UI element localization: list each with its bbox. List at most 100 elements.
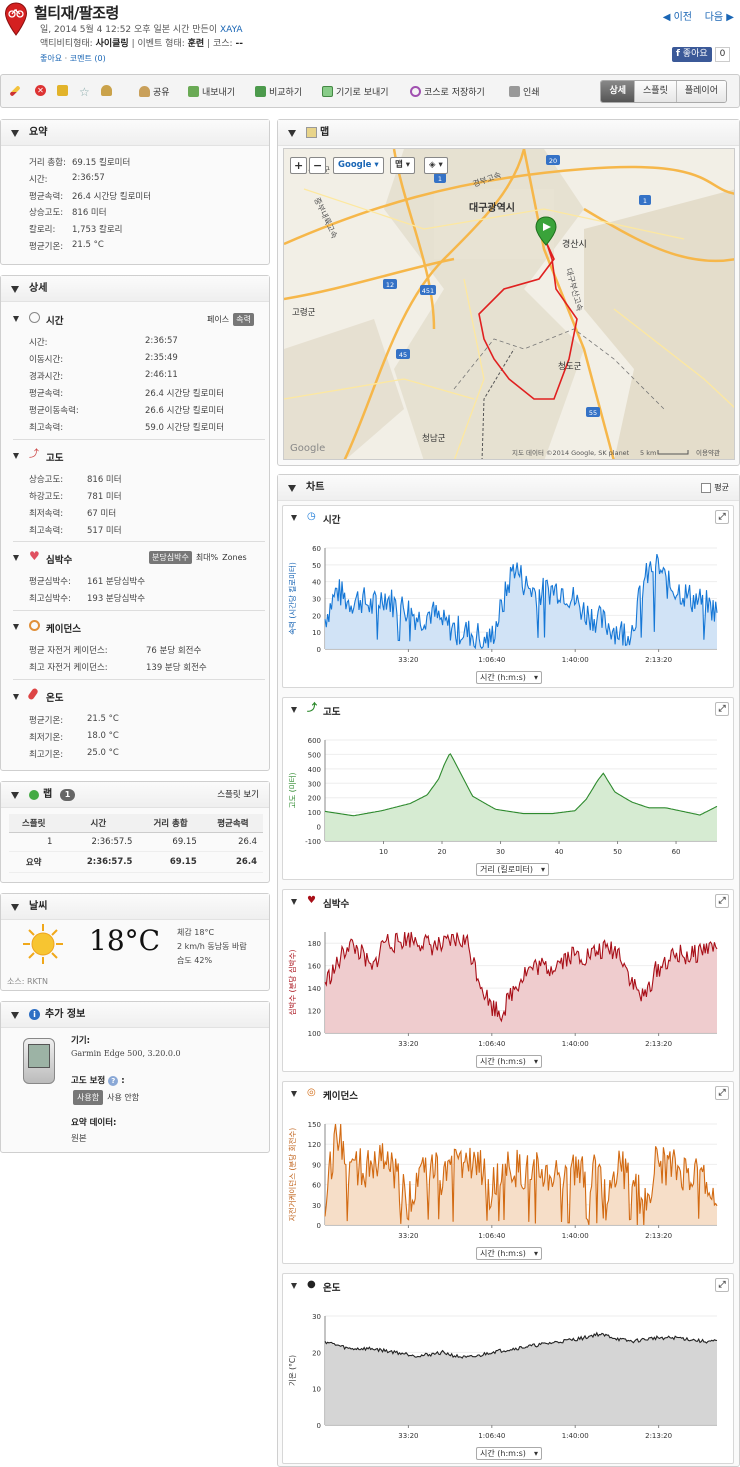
- x-axis-dropdown[interactable]: 시간 (h:m:s) ▾: [476, 671, 542, 684]
- details-header[interactable]: 상세: [1, 276, 269, 302]
- prev-link[interactable]: 이전: [674, 12, 692, 23]
- split-view-link[interactable]: 스플릿 보기: [217, 782, 259, 808]
- share-button[interactable]: 공유: [139, 85, 170, 98]
- export-button[interactable]: 내보내기: [188, 85, 235, 98]
- like-link[interactable]: 좋아요: [40, 54, 62, 63]
- chart-header[interactable]: ♥ 심박수 ⤢: [283, 890, 733, 914]
- map-provider-dropdown[interactable]: Google ▾: [333, 157, 384, 174]
- event-type-value[interactable]: 훈련: [188, 39, 205, 49]
- send-to-device-button[interactable]: 기기로 보내기: [322, 85, 389, 98]
- expand-chart-icon[interactable]: ⤢: [715, 1086, 729, 1100]
- y-axis-label: 기온 (°C): [288, 1355, 297, 1386]
- chart-svg: 0 30 60 90 120 150 33:20 1:06:40 1:40:00 2:13:20 자…: [287, 1121, 718, 1240]
- collapse-triangle-icon[interactable]: [13, 316, 19, 322]
- lap-col-time[interactable]: 시간: [58, 814, 139, 833]
- x-tick-label: 1:06:40: [478, 1232, 505, 1240]
- summary-header[interactable]: 요약: [1, 120, 269, 146]
- next-arrow-icon[interactable]: ▶: [726, 12, 734, 23]
- table-row[interactable]: 1 2:36:57.5 69.15 26.4: [9, 832, 263, 852]
- map-header[interactable]: 맵: [278, 120, 739, 146]
- map-view[interactable]: 대구광역시 경산시 고령군 청도군 청남군 경부고속 대구부산고속 중부내륙고속…: [283, 148, 735, 460]
- course-value[interactable]: --: [235, 39, 242, 49]
- average-toggle[interactable]: 평균: [701, 475, 729, 501]
- expand-chart-icon[interactable]: ⤢: [715, 1278, 729, 1292]
- x-axis-dropdown[interactable]: 거리 (킬로미터) ▾: [476, 863, 549, 876]
- expand-chart-icon[interactable]: ⤢: [715, 702, 729, 716]
- summary-data-label: 요약 데이터:: [71, 1118, 117, 1128]
- edit-icon[interactable]: [9, 85, 21, 97]
- average-checkbox[interactable]: [701, 483, 712, 493]
- lap-col-distance[interactable]: 거리 총합: [138, 814, 203, 833]
- pace-toggle[interactable]: 페이스: [207, 314, 229, 325]
- x-tick-label: 33:20: [398, 1232, 418, 1240]
- weather-header[interactable]: 날씨: [1, 894, 269, 920]
- elevation-correction-off[interactable]: 사용 안함: [107, 1092, 139, 1103]
- facebook-like-button[interactable]: f 좋아요: [672, 46, 712, 62]
- summary-title: 요약: [29, 127, 48, 138]
- collapse-triangle-icon[interactable]: [13, 453, 19, 459]
- x-axis-dropdown[interactable]: 시간 (h:m:s) ▾: [476, 1247, 542, 1260]
- facebook-like: f 좋아요 0: [672, 46, 731, 62]
- more-info-header[interactable]: i 추가 정보: [1, 1002, 269, 1028]
- pace-speed-toggle: 페이스 속력: [207, 313, 254, 326]
- lap-col-avg-speed[interactable]: 평균속력: [202, 814, 263, 833]
- author-link[interactable]: XAYA: [220, 25, 243, 35]
- stat-label: 최저속력:: [29, 509, 64, 519]
- expand-chart-icon[interactable]: ⤢: [715, 510, 729, 524]
- activity-type-value[interactable]: 사이클링: [96, 39, 129, 49]
- compare-button[interactable]: 비교하기: [255, 85, 302, 98]
- collapse-triangle-icon[interactable]: [13, 555, 19, 561]
- chart-header[interactable]: ◷ 시간 ⤢: [283, 506, 733, 530]
- chart-header[interactable]: ● 온도 ⤢: [283, 1274, 733, 1298]
- y-tick-label: 60: [312, 545, 321, 553]
- tab-details[interactable]: 상세: [601, 81, 635, 102]
- clock-icon: ◷: [307, 511, 316, 522]
- stat-value: 69.15 킬로미터: [72, 158, 131, 168]
- comment-link[interactable]: 코멘트 (0): [70, 54, 106, 63]
- device-value: Garmin Edge 500, 3.20.0.0: [71, 1049, 181, 1058]
- x-axis-dropdown[interactable]: 시간 (h:m:s) ▾: [476, 1055, 542, 1068]
- lap-col-split[interactable]: 스플릿: [9, 814, 59, 833]
- map-type-dropdown[interactable]: 맵 ▾: [390, 157, 416, 174]
- expand-chart-icon[interactable]: ⤢: [715, 894, 729, 908]
- print-button[interactable]: 인쇄: [509, 85, 540, 98]
- delete-icon[interactable]: ✕: [35, 85, 46, 96]
- collapse-triangle-icon[interactable]: [13, 694, 19, 700]
- lock-icon[interactable]: [57, 85, 68, 96]
- view-tabs: 상세 스플릿 플레이어: [600, 80, 727, 103]
- zoom-out-button[interactable]: −: [309, 157, 327, 174]
- chart-title: 온도: [323, 1283, 341, 1294]
- stat-value: 161 분당심박수: [87, 577, 146, 587]
- save-as-course-button[interactable]: 코스로 저장하기: [410, 85, 485, 98]
- chart-header[interactable]: ◎ 케이던스 ⤢: [283, 1082, 733, 1106]
- help-icon[interactable]: ?: [108, 1076, 119, 1086]
- y-tick-label: 120: [308, 1141, 321, 1149]
- stat-label: 이동시간:: [29, 355, 64, 365]
- collapse-triangle-icon: [288, 485, 296, 492]
- elevation-correction-on[interactable]: 사용함: [73, 1090, 104, 1105]
- stat-value: 76 분당 회전수: [146, 646, 202, 656]
- map-layers-dropdown[interactable]: ◈ ▾: [424, 157, 448, 174]
- zoom-in-button[interactable]: +: [290, 157, 308, 174]
- bpm-toggle[interactable]: 분당심박수: [149, 551, 192, 564]
- tab-player[interactable]: 플레이어: [675, 81, 726, 102]
- zones-toggle[interactable]: Zones: [222, 553, 247, 562]
- stat-value: 816 미터: [72, 208, 107, 219]
- chart-title: 케이던스: [323, 1091, 358, 1102]
- elevation-correction-toggle: 사용함 사용 안함: [73, 1090, 139, 1105]
- tab-splits[interactable]: 스플릿: [634, 81, 676, 102]
- collapse-triangle-icon[interactable]: [13, 624, 19, 630]
- favorite-star-icon[interactable]: ☆: [79, 85, 90, 99]
- max-percent-toggle[interactable]: 최대%: [196, 552, 218, 563]
- people-icon[interactable]: [101, 85, 112, 96]
- prev-arrow-icon[interactable]: ◀: [663, 12, 671, 23]
- charts-header[interactable]: 차트 평균: [278, 475, 739, 501]
- x-axis-dropdown[interactable]: 시간 (h:m:s) ▾: [476, 1447, 542, 1460]
- chart-header[interactable]: ⤴ 고도 ⤢: [283, 698, 733, 722]
- speed-toggle[interactable]: 속력: [233, 313, 254, 326]
- chart-3: ◎ 케이던스 ⤢ 0 30 60 90 120 150 33:20 1:06:40 1:40:00 2:…: [282, 1081, 734, 1264]
- laps-header[interactable]: 랩 1 스플릿 보기: [1, 782, 269, 808]
- stat-value: 26.6 시간당 킬로미터: [145, 406, 225, 416]
- next-link[interactable]: 다음: [705, 12, 723, 23]
- stat-value: 1,753 칼로리: [72, 225, 123, 236]
